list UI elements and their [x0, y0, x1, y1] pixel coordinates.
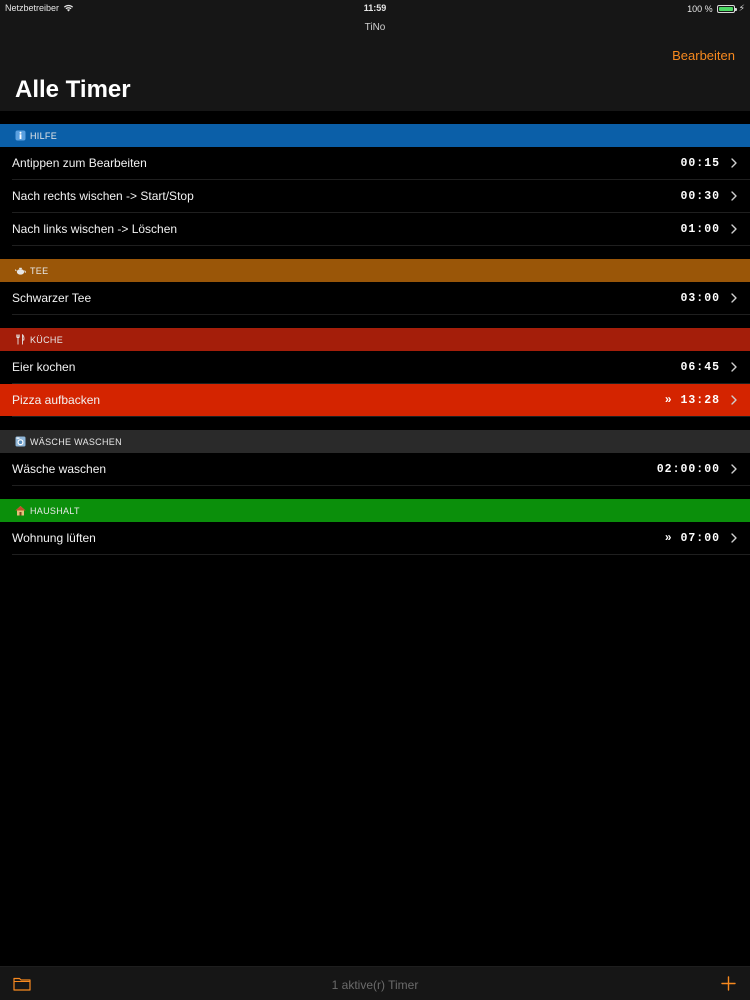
section-title: HAUSHALT [30, 505, 80, 516]
battery-percent: 100 % [687, 3, 713, 14]
laundry-icon [15, 436, 26, 447]
section-title: KÜCHE [30, 334, 64, 345]
row-divider [12, 485, 750, 486]
timer-duration: 03:00 [680, 291, 720, 305]
section-header: WÄSCHE WASCHEN [0, 430, 750, 453]
chevron-right-icon [731, 395, 737, 405]
bottom-toolbar: 1 aktive(r) Timer [0, 966, 750, 1000]
charging-icon: ⚡ [738, 3, 745, 13]
timer-row[interactable]: Eier kochen 06:45 [0, 351, 750, 383]
section-header: HILFE [0, 124, 750, 147]
row-divider [12, 314, 750, 315]
timer-duration: 00:15 [680, 156, 720, 170]
timer-duration: 02:00:00 [656, 462, 720, 476]
app: Netzbetreiber 11:59 100 % ⚡ TiNo Bearbei… [0, 0, 750, 1000]
timer-row[interactable]: Antippen zum Bearbeiten 00:15 [0, 147, 750, 179]
timer-label: Schwarzer Tee [12, 291, 92, 305]
page-title: Alle Timer [15, 76, 131, 103]
section-küche: KÜCHE Eier kochen 06:45 Pizza aufbacken » 13… [0, 328, 750, 417]
timer-row[interactable]: Nach rechts wischen -> Start/Stop 00:30 [0, 180, 750, 212]
row-divider [12, 416, 750, 417]
battery-fill [718, 6, 733, 11]
timer-label: Eier kochen [12, 360, 76, 374]
chevron-right-icon [731, 464, 737, 474]
fork-knife-icon [15, 334, 26, 345]
section-header: TEE [0, 259, 750, 282]
timer-row[interactable]: Wohnung lüften » 07:00 [0, 522, 750, 554]
status-bar: Netzbetreiber 11:59 100 % ⚡ [0, 0, 750, 16]
chevron-right-icon [731, 158, 737, 168]
info-icon [15, 130, 26, 141]
timer-duration: » 07:00 [664, 531, 720, 545]
timer-label: Pizza aufbacken [12, 393, 101, 407]
timer-list: HILFE Antippen zum Bearbeiten 00:15 Nach re… [0, 124, 750, 568]
timer-duration: 06:45 [680, 360, 720, 374]
chevron-right-icon [731, 293, 737, 303]
plus-icon[interactable] [721, 976, 736, 991]
chevron-right-icon [731, 224, 737, 234]
timer-label: Antippen zum Bearbeiten [12, 156, 147, 170]
teapot-icon [15, 265, 26, 276]
timer-row[interactable]: Wäsche waschen 02:00:00 [0, 453, 750, 485]
edit-button[interactable]: Bearbeiten [672, 48, 735, 63]
active-timer-count: 1 aktive(r) Timer [331, 978, 419, 992]
chevron-right-icon [731, 533, 737, 543]
timer-label: Nach rechts wischen -> Start/Stop [12, 189, 194, 203]
status-right: 100 % ⚡ [687, 3, 745, 14]
timer-label: Wäsche waschen [12, 462, 107, 476]
section-haushalt: HAUSHALT Wohnung lüften » 07:00 [0, 499, 750, 555]
chevron-right-icon [731, 191, 737, 201]
section-title: TEE [30, 265, 49, 276]
battery-icon [716, 4, 737, 13]
section-header: KÜCHE [0, 328, 750, 351]
timer-row[interactable]: Pizza aufbacken » 13:28 [0, 384, 750, 416]
timer-label: Wohnung lüften [12, 531, 96, 545]
section-tee: TEE Schwarzer Tee 03:00 [0, 259, 750, 315]
section-title: WÄSCHE WASCHEN [30, 436, 122, 447]
timer-duration: » 13:28 [664, 393, 720, 407]
timer-row[interactable]: Schwarzer Tee 03:00 [0, 282, 750, 314]
section-header: HAUSHALT [0, 499, 750, 522]
clock: 11:59 [363, 3, 387, 13]
row-divider [12, 245, 750, 246]
timer-label: Nach links wischen -> Löschen [12, 222, 178, 236]
section-wäsche-waschen: WÄSCHE WASCHEN Wäsche waschen 02:00:00 [0, 430, 750, 486]
app-name: TiNo [364, 22, 386, 33]
row-divider [12, 554, 750, 555]
timer-row[interactable]: Nach links wischen -> Löschen 01:00 [0, 213, 750, 245]
chevron-right-icon [731, 362, 737, 372]
timer-duration: 00:30 [680, 189, 720, 203]
section-hilfe: HILFE Antippen zum Bearbeiten 00:15 Nach re… [0, 124, 750, 246]
house-icon [15, 505, 26, 516]
nav-header: TiNo Bearbeiten Alle Timer [0, 16, 750, 111]
timer-duration: 01:00 [680, 222, 720, 236]
section-title: HILFE [30, 130, 58, 141]
